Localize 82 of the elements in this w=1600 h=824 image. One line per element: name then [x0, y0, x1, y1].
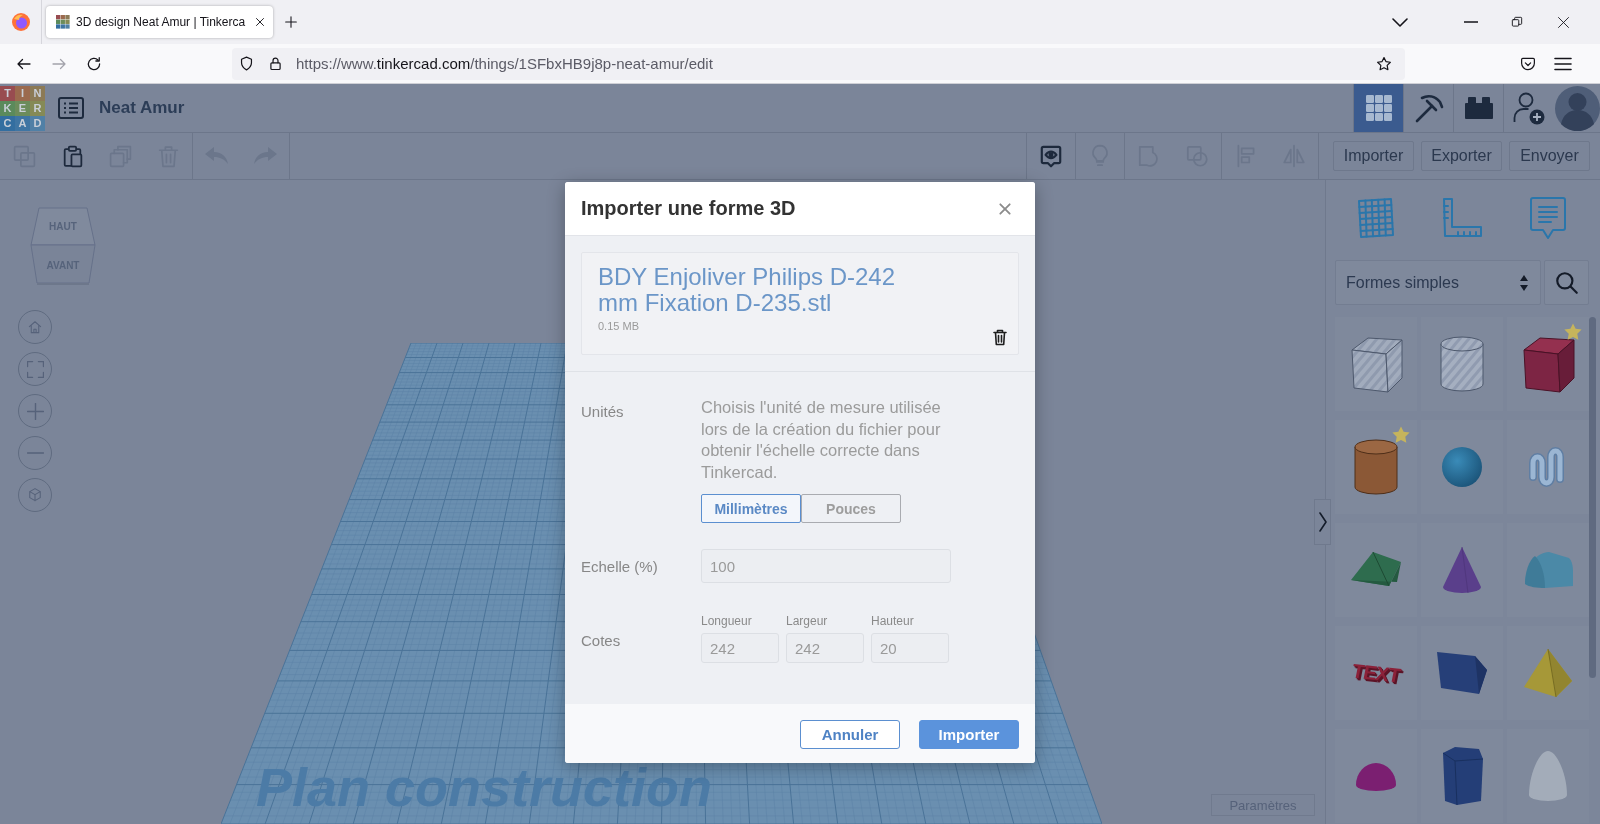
cube-icon — [1521, 335, 1575, 393]
account-button[interactable] — [1555, 85, 1600, 131]
logo-tile: I — [15, 85, 30, 101]
ruler-icon — [1441, 197, 1483, 239]
list-icon — [58, 97, 84, 119]
grid-icon — [1365, 95, 1392, 121]
grid-plane-icon — [1355, 197, 1397, 239]
ruler-button[interactable] — [1441, 197, 1483, 239]
avatar-icon — [1555, 85, 1600, 131]
plus-icon — [26, 402, 44, 420]
dimensions-label: Cotes — [581, 631, 622, 651]
design-name: Neat Amur — [99, 98, 185, 118]
import-button[interactable]: Importer — [919, 719, 1019, 749]
striped-cube-icon — [1349, 335, 1403, 393]
file-name: BDY Enjoliver Philips D-242 mm Fixation D-235.stl — [598, 264, 897, 316]
action-button[interactable]: Importer — [1333, 141, 1414, 171]
note-eye-icon — [1038, 143, 1064, 169]
dimension-input[interactable]: 242 — [701, 633, 779, 663]
design-list-button[interactable] — [58, 96, 84, 120]
prism-icon — [1437, 652, 1487, 694]
dimension-label: Longueur — [701, 614, 753, 628]
file-size: 0.15 MB — [598, 320, 640, 332]
browser-logo-icon — [11, 13, 30, 31]
plus-icon — [283, 14, 300, 30]
category-select[interactable]: Formes simples — [1335, 260, 1541, 305]
scale-input[interactable]: 100 — [701, 549, 951, 583]
logo-tile: T — [0, 85, 15, 101]
action-button[interactable]: Envoyer — [1509, 141, 1590, 171]
chevron-down-icon — [1392, 17, 1408, 27]
note-icon — [1529, 196, 1567, 240]
reload-icon — [85, 54, 103, 73]
sphere-icon — [1442, 447, 1482, 487]
dialog-title: Importer une forme 3D — [581, 197, 796, 220]
menu-icon — [1554, 56, 1572, 71]
site-logo-icon — [56, 15, 70, 29]
minimize-icon — [1464, 21, 1478, 23]
text-shape-label: TEXT — [1352, 659, 1400, 687]
restore-icon — [1510, 15, 1524, 29]
workplane-button[interactable] — [1355, 197, 1397, 239]
dimension-input[interactable]: 20 — [871, 633, 949, 663]
close-icon — [1555, 14, 1571, 30]
shield-icon — [238, 55, 255, 72]
view-mode-button[interactable] — [1353, 84, 1403, 132]
pyramid-icon — [1524, 649, 1572, 697]
fit-view-icon — [26, 360, 44, 378]
striped-cylinder-icon — [1440, 336, 1484, 392]
dimension-input[interactable]: 242 — [786, 633, 864, 663]
half-cylinder-icon — [1523, 550, 1573, 590]
dimension-label: Hauteur — [871, 614, 915, 628]
unit-option[interactable]: Millimètres — [701, 494, 801, 523]
star-icon — [1375, 54, 1393, 73]
search-button[interactable] — [1544, 260, 1589, 305]
remove-file-button[interactable] — [992, 328, 1008, 346]
scrollbar[interactable] — [1589, 317, 1596, 678]
sort-arrows-icon — [1520, 274, 1528, 291]
cube-icon — [26, 486, 44, 504]
notes-button[interactable] — [1529, 196, 1567, 240]
logo-tile: N — [30, 85, 45, 101]
address-field[interactable]: https://www.tinkercad.com/things/1SFbxHB9j8p-neat-amur/edit — [232, 47, 1405, 80]
units-label: Unités — [581, 402, 625, 422]
units-description: Choisis l'unité de mesure utilisée lors de la création du fichier pour obtenir l'échelle correcte dans Tinkercad. — [701, 397, 942, 483]
browser-tab[interactable]: 3D design Neat Amur | Tinkerca — [46, 6, 274, 38]
url-text: https://www.tinkercad.com/things/1SFbxHB9j8p-neat-amur/edit — [296, 55, 714, 72]
home-icon — [26, 318, 44, 336]
cancel-button[interactable]: Annuler — [800, 719, 900, 749]
close-icon — [998, 201, 1012, 216]
add-user-icon — [1512, 91, 1545, 125]
lock-icon — [267, 55, 284, 72]
search-icon — [1553, 269, 1580, 296]
cone-icon — [1443, 547, 1481, 593]
action-button[interactable]: Exporter — [1421, 141, 1502, 171]
unit-option[interactable]: Pouces — [801, 494, 901, 523]
panel-toggle-button[interactable] — [1314, 499, 1331, 545]
scale-label: Echelle (%) — [581, 556, 659, 577]
dimension-label: Largeur — [786, 614, 829, 628]
chevron-right-icon — [1318, 512, 1327, 532]
dome-icon — [1356, 761, 1396, 791]
paraboloid-icon — [1529, 751, 1567, 801]
delete-icon — [993, 328, 1007, 346]
brick-icon — [1464, 97, 1493, 119]
hexagonal-prism-icon — [1441, 747, 1483, 805]
cylinder-icon — [1354, 439, 1398, 495]
